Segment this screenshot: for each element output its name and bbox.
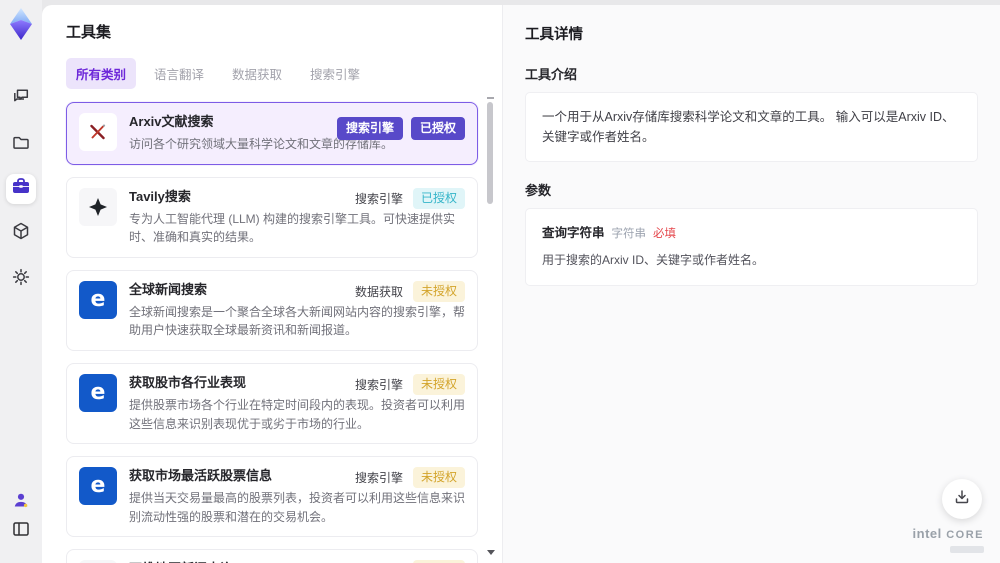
scrollbar-thumb[interactable] bbox=[487, 102, 493, 204]
sidebar-item-collapse[interactable] bbox=[9, 519, 33, 543]
chat-icon bbox=[11, 86, 31, 111]
tool-description: 提供股票市场各个行业在特定时间段内的表现。投资者可以利用这些信息来识别表现优于或… bbox=[129, 397, 466, 431]
list-scrollbar[interactable] bbox=[486, 85, 495, 561]
sidebar-item-tools-active[interactable] bbox=[6, 174, 36, 204]
download-button[interactable] bbox=[942, 479, 982, 519]
tool-list: Arxiv文献搜索 访问各个研究领域大量科学论文和文章的存储库。 搜索引擎 已授… bbox=[66, 102, 478, 563]
tool-description: 全球新闻搜索是一个聚合全球各大新闻网站内容的搜索引擎，帮助用户快速获取全球最新资… bbox=[129, 304, 466, 338]
tool-card[interactable]: 万维地区新闻查询 查询具体行政区划内的新闻，快速了解各地新闻动 搜索引擎 未授权 bbox=[66, 549, 478, 563]
tool-auth-badge: 已授权 bbox=[412, 187, 465, 209]
tool-auth-badge: 未授权 bbox=[412, 467, 465, 489]
app-sidebar bbox=[0, 0, 42, 563]
stock-icon: e bbox=[79, 373, 117, 412]
briefcase-icon bbox=[10, 176, 32, 203]
param-description: 用于搜索的Arxiv ID、关键字或作者姓名。 bbox=[542, 253, 765, 268]
tool-category-label: 搜索引擎 bbox=[354, 191, 403, 206]
download-icon bbox=[953, 488, 971, 511]
stock-icon: e bbox=[79, 467, 117, 506]
sidebar-item-chat[interactable] bbox=[9, 86, 33, 110]
tool-category-label: 搜索引擎 bbox=[354, 471, 403, 486]
scrollbar-down-arrow[interactable] bbox=[487, 550, 495, 555]
page-title: 工具集 bbox=[66, 24, 112, 41]
tab-all-categories[interactable]: 所有类别 bbox=[66, 58, 137, 89]
tool-auth-badge: 未授权 bbox=[412, 373, 465, 395]
folder-icon bbox=[11, 133, 31, 158]
tool-card[interactable]: Arxiv文献搜索 访问各个研究领域大量科学论文和文章的存储库。 搜索引擎 已授… bbox=[66, 102, 478, 165]
intel-core-logo: intel CORE bbox=[913, 525, 984, 553]
cube-icon bbox=[11, 221, 31, 246]
param-name: 查询字符串 bbox=[542, 226, 605, 240]
app-logo[interactable] bbox=[6, 6, 36, 47]
news-icon: e bbox=[79, 280, 117, 319]
tab-2[interactable]: 数据获取 bbox=[222, 58, 292, 89]
intro-heading: 工具介绍 bbox=[525, 67, 578, 82]
tool-auth-badge: 未授权 bbox=[412, 280, 465, 302]
tool-category-label: 搜索引擎 bbox=[354, 377, 403, 392]
details-title: 工具详情 bbox=[525, 27, 583, 43]
tool-intro-box: 一个用于从Arxiv存储库搜索科学论文和文章的工具。 输入可以是Arxiv ID… bbox=[525, 92, 978, 162]
sidebar-item-settings[interactable] bbox=[9, 267, 33, 291]
tab-1[interactable]: 语言翻译 bbox=[144, 58, 214, 89]
tool-list-pane: 工具集 所有类别 语言翻译 数据获取 搜索引擎 Arxiv文献搜索 访问各个研究… bbox=[42, 5, 502, 563]
main-panel: 工具集 所有类别 语言翻译 数据获取 搜索引擎 Arxiv文献搜索 访问各个研究… bbox=[42, 5, 1000, 563]
intel-sub-badge bbox=[950, 546, 984, 553]
tool-category-label: 搜索引擎 bbox=[336, 117, 403, 140]
scrollbar-up-arrow[interactable] bbox=[487, 97, 494, 99]
sidebar-item-files[interactable] bbox=[9, 133, 33, 157]
intel-wordmark: intel bbox=[912, 526, 942, 542]
arxiv-icon bbox=[79, 113, 117, 151]
tool-card[interactable]: e 获取市场最活跃股票信息 提供当天交易量最高的股票列表，投资者可以利用这些信息… bbox=[66, 456, 478, 538]
panel-collapse-icon bbox=[11, 519, 31, 544]
tavily-icon bbox=[79, 187, 117, 226]
tool-category-label: 数据获取 bbox=[354, 284, 403, 299]
tool-description: 提供当天交易量最高的股票列表，投资者可以利用这些信息来识别流动性强的股票和潜在的… bbox=[129, 491, 466, 524]
tool-auth-badge: 已授权 bbox=[410, 117, 465, 140]
tool-description: 专为人工智能代理 (LLM) 构建的搜索引擎工具。可快速提供实时、准确和真实的结… bbox=[129, 211, 456, 245]
category-tabs: 所有类别 语言翻译 数据获取 搜索引擎 bbox=[66, 58, 502, 89]
params-heading: 参数 bbox=[525, 183, 552, 198]
tool-details-pane: 工具详情 工具介绍 一个用于从Arxiv存储库搜索科学论文和文章的工具。 输入可… bbox=[502, 5, 1000, 563]
param-type: 字符串 bbox=[611, 228, 647, 240]
user-avatar-icon bbox=[11, 490, 31, 515]
core-wordmark: CORE bbox=[946, 529, 984, 542]
param-required-badge: 必填 bbox=[653, 228, 677, 240]
tool-card[interactable]: Tavily搜索 专为人工智能代理 (LLM) 构建的搜索引擎工具。可快速提供实… bbox=[66, 176, 478, 258]
sidebar-item-packages[interactable] bbox=[9, 221, 33, 245]
tab-3[interactable]: 搜索引擎 bbox=[300, 58, 370, 89]
param-box: 查询字符串 字符串 必填 用于搜索的Arxiv ID、关键字或作者姓名。 bbox=[525, 208, 978, 286]
tool-card[interactable]: e 全球新闻搜索 全球新闻搜索是一个聚合全球各大新闻网站内容的搜索引擎，帮助用户… bbox=[66, 269, 478, 351]
sidebar-item-user[interactable] bbox=[9, 490, 33, 514]
gear-icon bbox=[11, 267, 31, 292]
tool-card[interactable]: e 获取股市各行业表现 提供股票市场各个行业在特定时间段内的表现。投资者可以利用… bbox=[66, 362, 478, 445]
